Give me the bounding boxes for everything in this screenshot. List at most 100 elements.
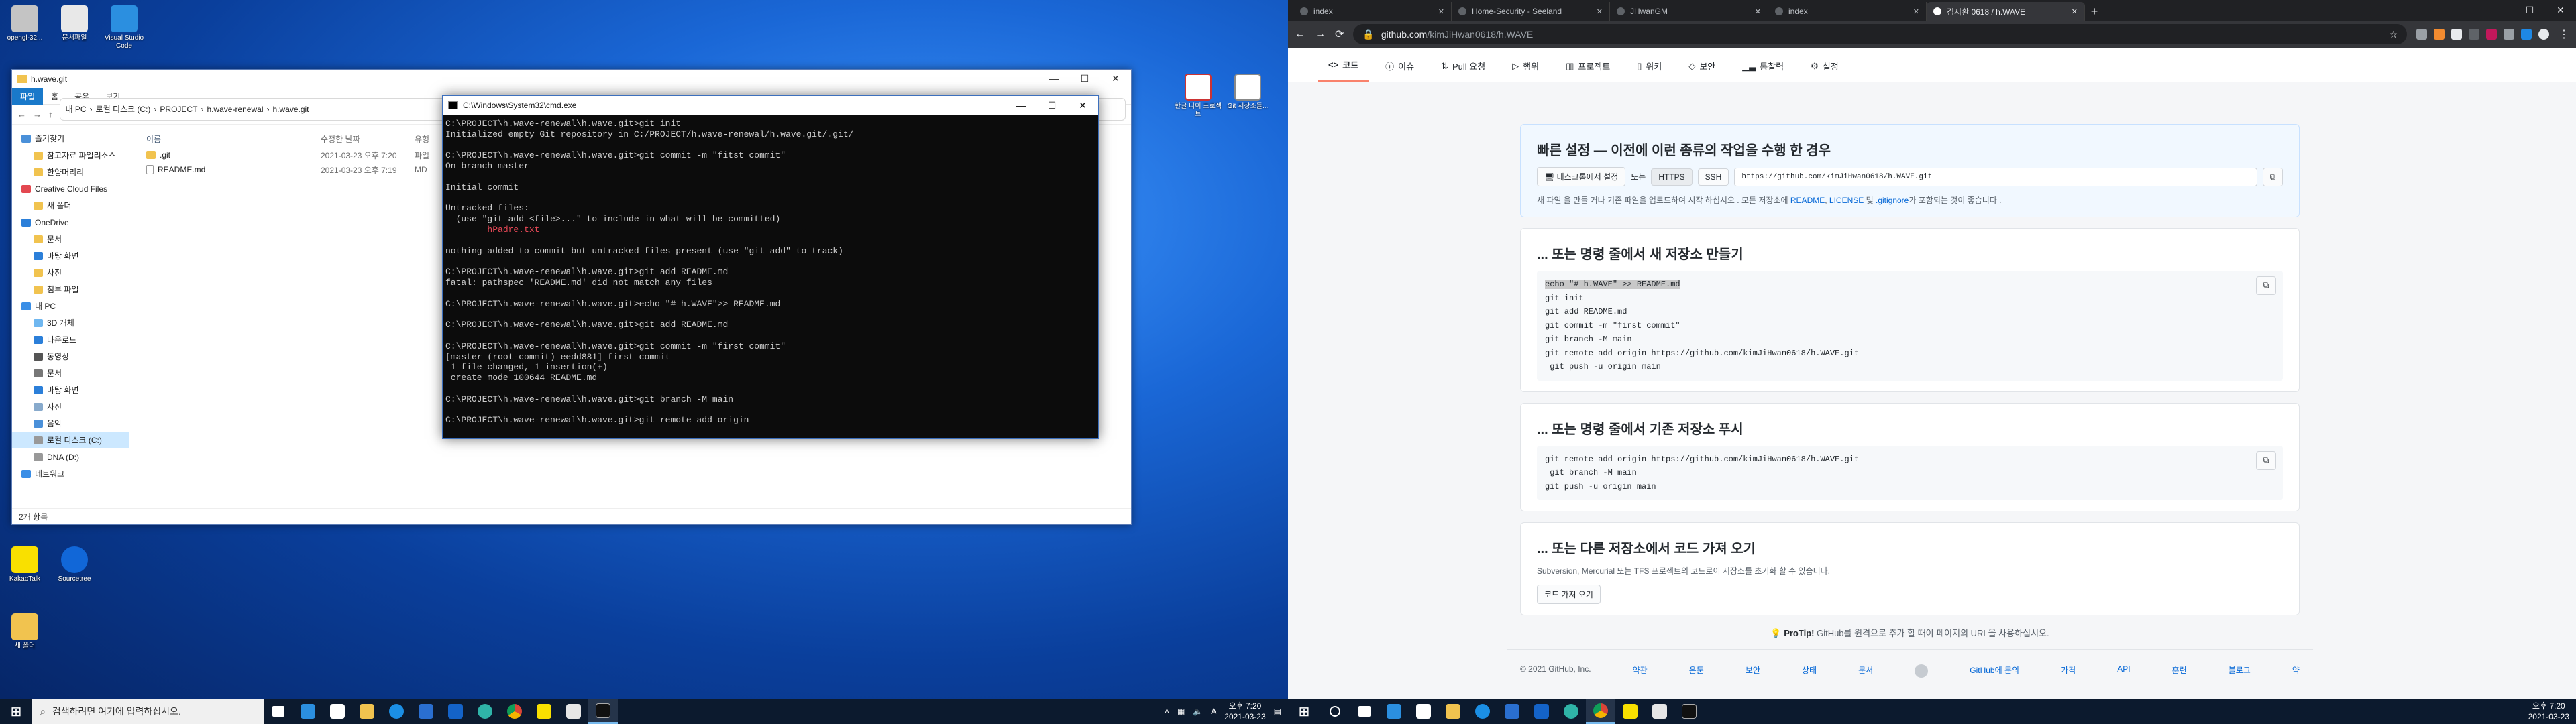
browser-tab[interactable]: index ✕ (1768, 2, 1927, 21)
footer-link[interactable]: 은둔 (1689, 664, 1704, 678)
footer-link[interactable]: GitHub에 문의 (1970, 664, 2019, 678)
mail-icon[interactable] (1497, 699, 1527, 724)
snipping-icon[interactable] (1645, 699, 1674, 724)
setup-desktop-button[interactable]: 🖥 데스크톱에서 설정 (1537, 167, 1626, 186)
footer-link[interactable]: 보안 (1746, 664, 1760, 678)
tab-actions[interactable]: ▷ 행위 (1501, 60, 1550, 82)
sidebar-item[interactable]: 사진 (12, 398, 129, 415)
forward-arrow-icon[interactable]: → (1315, 28, 1326, 40)
sidebar-item[interactable]: 문서 (12, 365, 129, 381)
store-icon[interactable] (323, 699, 352, 724)
footer-link[interactable]: API (2117, 664, 2130, 678)
explorer-titlebar[interactable]: h.wave.git — ☐ ✕ (12, 70, 1131, 88)
reload-icon[interactable]: ⟳ (1335, 27, 1344, 41)
desktop-icon-kakaotalk[interactable]: KakaoTalk (1, 546, 48, 583)
vscode-icon[interactable] (293, 699, 323, 724)
column-date[interactable]: 수정한 날짜 (321, 133, 415, 145)
breadcrumb-item[interactable]: 로컬 디스크 (C:) (96, 103, 151, 115)
sidebar-item[interactable]: Creative Cloud Files (12, 180, 129, 197)
kakaotalk-icon[interactable] (1615, 699, 1645, 724)
sidebar-item[interactable]: 3D 개체 (12, 314, 129, 331)
desktop-icon-opengl[interactable]: opengl-32... (1, 5, 48, 42)
notification-icon[interactable]: ▤ (1274, 707, 1281, 716)
windows-start-icon[interactable]: ⊞ (0, 699, 32, 724)
tab-settings[interactable]: ⚙ 설정 (1800, 60, 1849, 82)
tab-security[interactable]: ◇ 보안 (1678, 60, 1726, 82)
gitignore-link[interactable]: .gitignore (1876, 196, 1909, 205)
sidebar-item[interactable]: 한양머리리 (12, 164, 129, 180)
copy-icon[interactable]: ⧉ (2256, 450, 2276, 470)
tab-code[interactable]: <> 코드 (1318, 58, 1370, 82)
file-explorer-icon[interactable] (352, 699, 382, 724)
vscode-icon[interactable] (1379, 699, 1409, 724)
sidebar-item[interactable]: 네트워크 (12, 465, 129, 482)
photos-icon[interactable] (441, 699, 470, 724)
up-arrow-icon[interactable]: ↑ (48, 109, 53, 119)
sidebar-item[interactable]: 문서 (12, 231, 129, 247)
browser-tab[interactable]: index ✕ (1293, 2, 1452, 21)
footer-link[interactable]: 훈련 (2172, 664, 2187, 678)
taskbar-search-input[interactable]: ⌕ 검색하려면 여기에 입력하십시오. (32, 699, 264, 724)
desktop-icon-git[interactable]: Git 저장소들... (1224, 74, 1271, 111)
network-icon[interactable]: ▦ (1177, 707, 1185, 716)
chevron-up-icon[interactable]: ˄ (1165, 707, 1169, 716)
maps-icon[interactable] (1468, 699, 1497, 724)
browser-tab[interactable]: JHwanGM ✕ (1610, 2, 1768, 21)
desktop-icon-folder[interactable]: 새 폴더 (1, 613, 48, 650)
tab-pull-requests[interactable]: ⇅ Pull 요청 (1430, 60, 1496, 82)
extension-icon[interactable] (2434, 29, 2445, 40)
desktop-icon-vscode[interactable]: Visual Studio Code (101, 5, 148, 50)
sidebar-item[interactable]: 첨부 파일 (12, 281, 129, 298)
sidebar-item[interactable]: 내 PC (12, 298, 129, 314)
tab-projects[interactable]: ▥ 프로젝트 (1555, 60, 1621, 82)
sidebar-item[interactable]: OneDrive (12, 214, 129, 231)
desktop-icon-hangul[interactable]: 한글 다이 프로젝트 (1175, 74, 1222, 119)
tab-issues[interactable]: ⓘ 이슈 (1375, 60, 1425, 82)
chrome-icon[interactable] (500, 699, 529, 724)
sidebar-item[interactable]: 바탕 화면 (12, 381, 129, 398)
cmd-titlebar[interactable]: C:\Windows\System32\cmd.exe — ☐ ✕ (443, 96, 1098, 115)
breadcrumb-item[interactable]: h.wave-renewal (207, 105, 263, 114)
sidebar-item[interactable]: 사진 (12, 264, 129, 281)
clock[interactable]: 오후 7:20 2021-03-23 (2528, 701, 2569, 722)
import-code-button[interactable]: 코드 가져 오기 (1537, 585, 1601, 604)
extension-icon[interactable] (2521, 29, 2532, 40)
back-arrow-icon[interactable]: ← (1295, 28, 1305, 40)
desktop-icon-docs[interactable]: 문서파일 (51, 5, 98, 42)
breadcrumb-item[interactable]: 내 PC (66, 103, 87, 115)
tab-wiki[interactable]: ▯ 위키 (1626, 60, 1672, 82)
close-icon[interactable]: ✕ (2072, 7, 2078, 16)
ssh-button[interactable]: SSH (1697, 168, 1729, 186)
cmd-output[interactable]: C:\PROJECT\h.wave-renewal\h.wave.git>git… (443, 115, 1098, 426)
input-language[interactable]: A (1211, 707, 1216, 716)
photos-icon[interactable] (1527, 699, 1556, 724)
volume-icon[interactable]: 🔈 (1193, 707, 1203, 716)
sidebar-item[interactable]: 다운로드 (12, 331, 129, 348)
address-bar[interactable]: 🔒 github.com/kimJiHwan0618/h.WAVE ☆ (1353, 24, 2407, 44)
store-icon[interactable] (1409, 699, 1438, 724)
browser-tab[interactable]: Home-Security - Seeland ✕ (1452, 2, 1610, 21)
sidebar-item[interactable]: 새 폴더 (12, 197, 129, 214)
sidebar-item[interactable]: 로컬 디스크 (C:) (12, 432, 129, 448)
ribbon-tab-file[interactable]: 파일 (12, 88, 44, 105)
file-explorer-icon[interactable] (1438, 699, 1468, 724)
task-view-icon[interactable] (264, 699, 293, 724)
cmd-taskbar-icon[interactable] (1674, 699, 1704, 724)
footer-link[interactable]: 문서 (1858, 664, 1873, 678)
close-icon[interactable]: ✕ (1913, 7, 1919, 16)
footer-link[interactable]: 약관 (1633, 664, 1648, 678)
sidebar-item[interactable]: 즐겨찾기 (12, 130, 129, 147)
github-octocat-icon[interactable] (1915, 664, 1929, 678)
clone-url-input[interactable]: https://github.com/kimJiHwan0618/h.WAVE.… (1734, 167, 2257, 186)
https-button[interactable]: HTTPS (1651, 168, 1693, 186)
star-icon[interactable]: ☆ (2389, 29, 2398, 40)
maximize-button[interactable]: ☐ (2514, 0, 2545, 21)
new-tab-button[interactable]: + (2085, 2, 2104, 21)
breadcrumb-item[interactable]: PROJECT (160, 105, 197, 114)
sidebar-item[interactable]: 참고자료 파일리소스 (12, 147, 129, 164)
sidebar-item[interactable]: 음악 (12, 415, 129, 432)
chrome-icon[interactable] (1586, 699, 1615, 724)
extension-icon[interactable] (2451, 29, 2462, 40)
close-button[interactable]: ✕ (1100, 73, 1131, 84)
extension-icon[interactable] (2486, 29, 2497, 40)
